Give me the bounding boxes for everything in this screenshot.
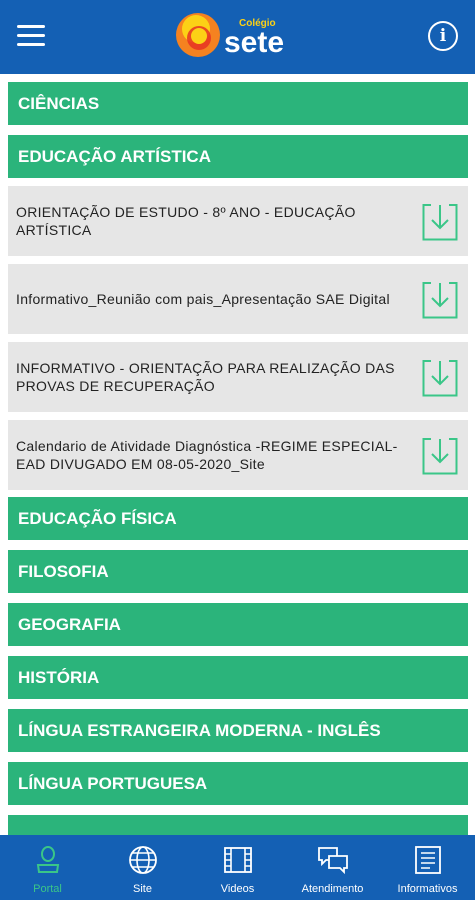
subject-label: GEOGRAFIA — [18, 614, 121, 634]
document-item[interactable]: INFORMATIVO - ORIENTAÇÃO PARA REALIZAÇÃO… — [8, 342, 468, 412]
nav-label: Site — [133, 883, 152, 895]
subject-label: LÍNGUA ESTRANGEIRA MODERNA - INGLÊS — [18, 720, 381, 740]
bottom-navigation: Portal Site Videos Atendimento Informati… — [0, 835, 475, 900]
document-title: Informativo_Reunião com pais_Apresentaçã… — [16, 291, 390, 307]
nav-label: Portal — [33, 883, 62, 895]
nav-label: Atendimento — [301, 883, 364, 895]
subject-label: EDUCAÇÃO ARTÍSTICA — [18, 146, 211, 166]
document-icon — [414, 846, 441, 874]
download-icon[interactable] — [422, 357, 458, 397]
nav-videos[interactable]: Videos — [190, 835, 285, 900]
subject-lingua-estrangeira[interactable]: LÍNGUA ESTRANGEIRA MODERNA - INGLÊS — [8, 709, 468, 752]
subject-educacao-artistica[interactable]: EDUCAÇÃO ARTÍSTICA — [8, 135, 468, 178]
subject-list: CIÊNCIAS EDUCAÇÃO ARTÍSTICA ORIENTAÇÃO D… — [0, 74, 475, 835]
document-title: ORIENTAÇÃO DE ESTUDO - 8º ANO - EDUCAÇÃO… — [16, 204, 356, 238]
svg-text:sete: sete — [224, 26, 284, 59]
menu-icon[interactable] — [17, 25, 45, 47]
subject-lingua-portuguesa[interactable]: LÍNGUA PORTUGUESA — [8, 762, 468, 805]
nav-portal[interactable]: Portal — [0, 835, 95, 900]
document-title: INFORMATIVO - ORIENTAÇÃO PARA REALIZAÇÃO… — [16, 360, 395, 394]
nav-atendimento[interactable]: Atendimento — [285, 835, 380, 900]
subject-ciencias[interactable]: CIÊNCIAS — [8, 82, 468, 125]
document-title: Calendario de Atividade Diagnóstica -REG… — [16, 438, 398, 472]
info-icon: i — [439, 26, 447, 46]
colegio-sete-logo: Colégio sete — [176, 13, 284, 59]
subject-label: EDUCAÇÃO FÍSICA — [18, 508, 177, 528]
subject-label: LÍNGUA PORTUGUESA — [18, 773, 208, 793]
globe-icon — [128, 846, 157, 874]
nav-informativos[interactable]: Informativos — [380, 835, 475, 900]
subject-historia[interactable]: HISTÓRIA — [8, 656, 468, 699]
person-icon — [36, 846, 59, 873]
nav-site[interactable]: Site — [95, 835, 190, 900]
subject-label: CIÊNCIAS — [18, 93, 100, 113]
film-icon — [223, 847, 252, 873]
download-icon[interactable] — [422, 201, 458, 241]
download-icon[interactable] — [422, 279, 458, 319]
info-button[interactable]: i — [428, 21, 458, 51]
nav-label: Videos — [220, 883, 255, 895]
document-item[interactable]: ORIENTAÇÃO DE ESTUDO - 8º ANO - EDUCAÇÃO… — [8, 186, 468, 256]
app-header: Colégio sete i — [0, 0, 475, 74]
nav-label: Informativos — [397, 883, 458, 895]
subject-label: HISTÓRIA — [18, 667, 100, 687]
document-item[interactable]: Informativo_Reunião com pais_Apresentaçã… — [8, 264, 468, 334]
subject-filosofia[interactable]: FILOSOFIA — [8, 550, 468, 593]
chat-icon — [317, 847, 348, 875]
subject-educacao-fisica[interactable]: EDUCAÇÃO FÍSICA — [8, 497, 468, 540]
document-item[interactable]: Calendario de Atividade Diagnóstica -REG… — [8, 420, 468, 490]
subject-geografia[interactable]: GEOGRAFIA — [8, 603, 468, 646]
subject-label: FILOSOFIA — [18, 561, 109, 581]
download-icon[interactable] — [422, 435, 458, 475]
subject-partial[interactable] — [8, 815, 468, 835]
